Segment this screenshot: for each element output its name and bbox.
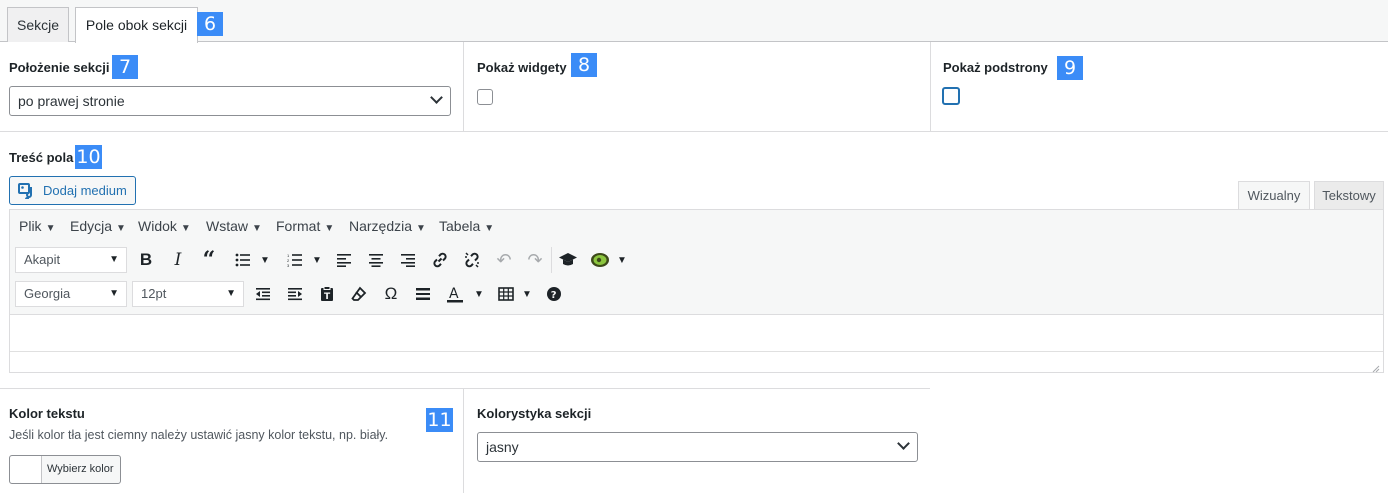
svg-text:3: 3 xyxy=(287,263,290,267)
svg-text:?: ? xyxy=(551,290,557,301)
column-divider xyxy=(463,42,464,131)
redo-icon[interactable]: ↷ xyxy=(523,248,547,272)
chevron-down-icon xyxy=(430,91,443,104)
subpages-checkbox[interactable] xyxy=(942,87,960,105)
add-media-label: Dodaj medium xyxy=(43,183,127,198)
table-dropdown-icon[interactable]: ▼ xyxy=(522,289,532,300)
help-icon[interactable]: ? xyxy=(542,282,566,306)
tab-sekcje[interactable]: Sekcje xyxy=(7,7,69,42)
font-size-value: 12pt xyxy=(141,286,167,301)
blockquote-icon[interactable]: “ xyxy=(197,247,221,273)
bullet-list-icon[interactable] xyxy=(231,248,255,272)
bullet-list-dropdown-icon[interactable]: ▼ xyxy=(260,255,270,266)
menu-widok[interactable]: Widok ▼ xyxy=(138,218,191,234)
graduation-cap-icon[interactable] xyxy=(556,248,580,272)
menu-wstaw[interactable]: Wstaw ▼ xyxy=(206,218,262,234)
media-icon xyxy=(18,183,32,199)
position-label: Położenie sekcji xyxy=(9,60,110,75)
italic-icon[interactable]: I xyxy=(166,248,190,272)
badge-11: 11 xyxy=(426,408,453,432)
menu-narzedzia[interactable]: Narzędzia ▼ xyxy=(349,218,426,234)
outdent-icon[interactable] xyxy=(251,282,275,306)
color-picker-label: Wybierz kolor xyxy=(47,463,114,475)
text-color-icon[interactable]: A xyxy=(443,282,467,306)
numbered-list-dropdown-icon[interactable]: ▼ xyxy=(312,255,322,266)
font-family-select[interactable]: Georgia ▼ xyxy=(15,281,127,307)
horizontal-rule-icon[interactable] xyxy=(411,282,435,306)
font-family-value: Georgia xyxy=(24,286,71,301)
color-picker-button[interactable]: Wybierz kolor xyxy=(9,455,121,484)
editor-statusbar-border xyxy=(10,351,1383,352)
tab-pole-obok-sekcji[interactable]: Pole obok sekcji xyxy=(75,7,198,43)
menu-plik[interactable]: Plik ▼ xyxy=(19,218,55,234)
paste-text-icon[interactable]: T xyxy=(315,282,339,306)
svg-text:T: T xyxy=(324,292,331,302)
badge-8: 8 xyxy=(571,53,597,77)
position-select-value: po prawej stronie xyxy=(18,93,125,109)
widgets-checkbox[interactable] xyxy=(477,89,493,105)
svg-text:A: A xyxy=(449,286,459,302)
align-right-icon[interactable] xyxy=(396,248,420,272)
numbered-list-icon[interactable]: 123 xyxy=(283,248,307,272)
text-color-description: Jeśli kolor tła jest ciemny należy ustaw… xyxy=(9,428,389,442)
link-icon[interactable] xyxy=(428,248,452,272)
subpages-label: Pokaż podstrony xyxy=(943,60,1048,75)
badge-10: 10 xyxy=(75,145,102,169)
unlink-icon[interactable] xyxy=(460,248,484,272)
resize-handle-icon[interactable] xyxy=(1370,361,1380,373)
menu-format[interactable]: Format ▼ xyxy=(276,218,334,234)
badge-6: 6 xyxy=(197,12,223,36)
menu-tabela[interactable]: Tabela ▼ xyxy=(439,218,494,234)
color-scheme-value: jasny xyxy=(486,439,519,455)
badge-9: 9 xyxy=(1057,56,1083,80)
eraser-icon[interactable] xyxy=(347,282,371,306)
tab-text[interactable]: Tekstowy xyxy=(1314,181,1384,210)
content-label: Treść pola xyxy=(9,150,74,165)
undo-icon[interactable]: ↶ xyxy=(492,248,516,272)
bold-icon[interactable]: B xyxy=(134,248,158,272)
omega-icon[interactable]: Ω xyxy=(379,282,403,306)
table-icon[interactable] xyxy=(494,282,518,306)
menu-edycja[interactable]: Edycja ▼ xyxy=(70,218,126,234)
row-divider xyxy=(0,388,930,389)
row-divider xyxy=(0,131,1388,132)
column-divider xyxy=(463,389,464,493)
text-color-dropdown-icon[interactable]: ▼ xyxy=(474,289,484,300)
chevron-down-icon xyxy=(897,437,910,450)
format-select[interactable]: Akapit ▼ xyxy=(15,247,127,273)
color-scheme-label: Kolorystyka sekcji xyxy=(477,406,592,421)
align-center-icon[interactable] xyxy=(364,248,388,272)
color-swatch xyxy=(10,456,42,483)
text-color-label: Kolor tekstu xyxy=(9,406,85,421)
indent-icon[interactable] xyxy=(283,282,307,306)
plugin-icon[interactable] xyxy=(588,248,612,272)
font-size-select[interactable]: 12pt ▼ xyxy=(132,281,244,307)
toolbar-separator xyxy=(551,247,552,273)
badge-7: 7 xyxy=(112,55,138,79)
color-scheme-select[interactable]: jasny xyxy=(477,432,918,462)
plugin-dropdown-icon[interactable]: ▼ xyxy=(617,255,627,266)
position-select[interactable]: po prawej stronie xyxy=(9,86,451,116)
tab-visual[interactable]: Wizualny xyxy=(1238,181,1310,211)
align-left-icon[interactable] xyxy=(332,248,356,272)
format-select-value: Akapit xyxy=(24,252,61,267)
widgets-label: Pokaż widgety xyxy=(477,60,567,75)
column-divider xyxy=(930,42,931,131)
add-media-button[interactable]: Dodaj medium xyxy=(9,176,136,205)
